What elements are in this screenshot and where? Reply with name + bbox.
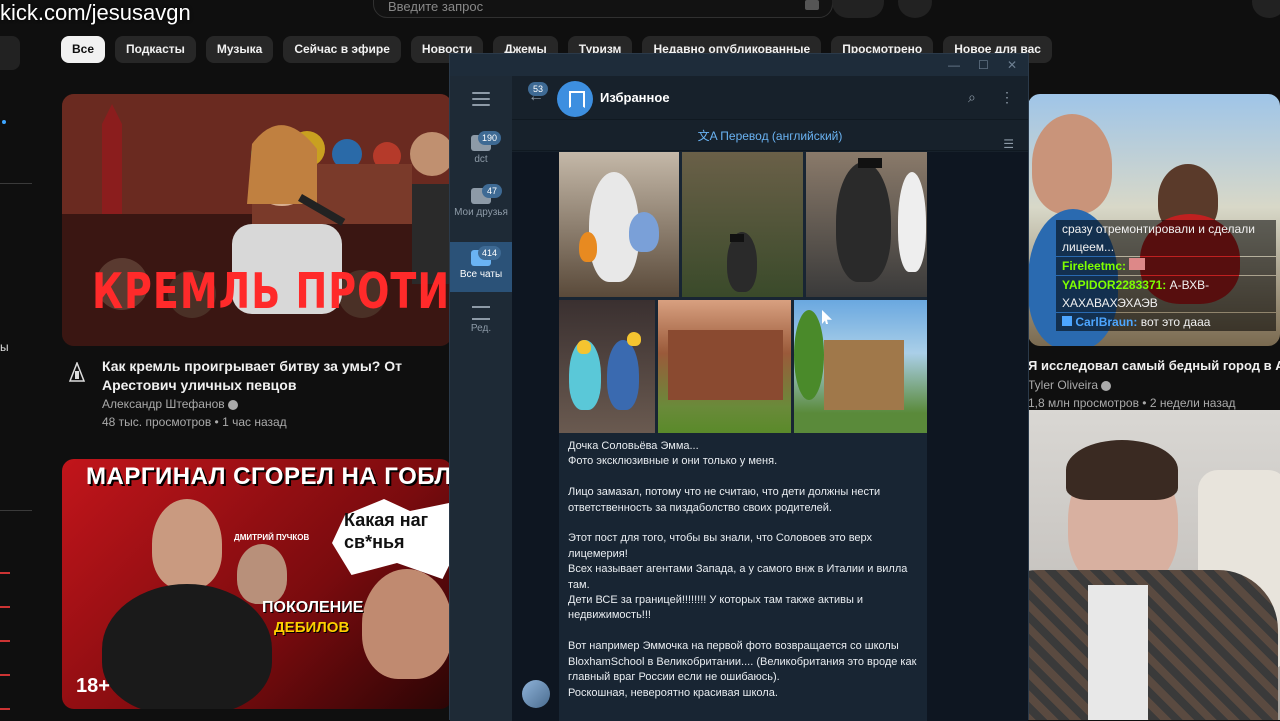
chip-all[interactable]: Все bbox=[61, 36, 106, 63]
sidebar-item-fragment[interactable]: ы bbox=[0, 340, 9, 354]
bag-image bbox=[579, 232, 597, 262]
verified-icon bbox=[1101, 380, 1112, 391]
thumbnail-caption: КРЕМЛЬ ПРОТИВ ИДЕЙНЫ bbox=[92, 262, 452, 320]
badge-icon bbox=[1062, 316, 1072, 326]
tree-image bbox=[794, 310, 824, 400]
unread-badge: 47 bbox=[482, 184, 502, 198]
chat-message: CarlBraun: вот это дааа bbox=[1056, 313, 1276, 331]
sender-avatar[interactable] bbox=[522, 680, 550, 708]
folder-rail: dct 190 Мои друзья 47 Все чаты 414 Ред. bbox=[450, 76, 512, 721]
person-hair bbox=[1066, 440, 1178, 500]
sidebar-divider bbox=[0, 510, 32, 511]
channel-avatar-icon bbox=[68, 362, 86, 382]
person-image bbox=[836, 162, 891, 282]
message-photo[interactable] bbox=[794, 300, 927, 433]
search-icon[interactable]: ⌕ bbox=[968, 89, 976, 106]
more-options-icon[interactable]: ⋮ bbox=[1000, 89, 1014, 106]
person-image bbox=[102, 584, 272, 709]
stream-url: kick.com/jesusavgn bbox=[0, 0, 191, 25]
sidebar-live-indicator bbox=[0, 674, 10, 676]
thumbnail-caption: МАРГИНАЛ СГОРЕЛ НА ГОБЛ bbox=[86, 463, 452, 490]
bag-image bbox=[629, 212, 659, 252]
window-titlebar: — ☐ ✕ bbox=[450, 54, 1028, 76]
person-image bbox=[362, 569, 452, 679]
menu-icon[interactable] bbox=[472, 92, 490, 110]
person-image bbox=[898, 172, 926, 272]
chip-live[interactable]: Сейчас в эфире bbox=[283, 36, 401, 63]
create-button[interactable] bbox=[1252, 0, 1280, 18]
search-placeholder: Введите запрос bbox=[388, 0, 484, 14]
message-text: Дочка Соловьёва Эмма... Фото эксклюзивны… bbox=[568, 440, 917, 699]
person-image bbox=[1032, 114, 1112, 214]
video-meta: 48 тыс. просмотров • 1 час назад bbox=[102, 415, 287, 429]
minimize-icon[interactable]: — bbox=[948, 58, 960, 72]
close-icon[interactable]: ✕ bbox=[1007, 58, 1017, 72]
sidebar-new-dot bbox=[2, 120, 6, 124]
person-image bbox=[237, 544, 287, 604]
video-title[interactable]: Я исследовал самый бедный город в А bbox=[1028, 358, 1280, 373]
message-photo[interactable] bbox=[559, 152, 679, 297]
thumbnail-subcaption: ПОКОЛЕНИЕ bbox=[262, 599, 364, 616]
speech-bubble-text: Какая наг св*нья bbox=[344, 510, 429, 552]
video-meta: 1,8 млн просмотров • 2 недели назад bbox=[1028, 396, 1236, 410]
channel-name[interactable]: Tyler Oliveira bbox=[1028, 378, 1112, 392]
chip-music[interactable]: Музыка bbox=[205, 36, 274, 63]
chat-message: Fireleetmc: bbox=[1056, 257, 1276, 275]
face-censor bbox=[858, 158, 882, 168]
video-title[interactable]: Как кремль проигрывает битву за умы? От … bbox=[102, 357, 452, 395]
sidebar-live-indicator bbox=[0, 572, 10, 574]
message-photo[interactable] bbox=[658, 300, 791, 433]
sidebar-live-indicator bbox=[0, 640, 10, 642]
message-bubble: Дочка Соловьёва Эмма... Фото эксклюзивны… bbox=[559, 152, 927, 721]
emoji-censor bbox=[627, 332, 641, 346]
emoji-censor bbox=[577, 340, 591, 354]
face-censor bbox=[730, 234, 744, 242]
channel-name[interactable]: Александр Штефанов bbox=[102, 397, 238, 411]
folder-dct[interactable]: dct 190 bbox=[450, 131, 512, 181]
message-photo[interactable] bbox=[559, 300, 655, 433]
person-image bbox=[152, 499, 222, 589]
chat-message: YAPIDOR2283371: А-ВХВ-ХАХАВАХЭХАЭВ bbox=[1056, 276, 1276, 312]
maximize-icon[interactable]: ☐ bbox=[978, 58, 989, 72]
search-input[interactable]: Введите запрос bbox=[373, 0, 833, 18]
sidebar-live-indicator bbox=[0, 708, 10, 710]
video-thumbnail[interactable]: КРЕМЛЬ ПРОТИВ ИДЕЙНЫ bbox=[62, 94, 452, 346]
mic-button[interactable] bbox=[898, 0, 932, 18]
chip-podcasts[interactable]: Подкасты bbox=[115, 36, 196, 63]
age-rating: 18+ bbox=[76, 675, 110, 697]
thumbnail-caption-small: ДМИТРИЙ ПУЧКОВ bbox=[234, 533, 310, 542]
unread-badge: 414 bbox=[478, 246, 502, 260]
building-image bbox=[824, 340, 904, 410]
folder-all-chats[interactable]: Все чаты 414 bbox=[450, 242, 512, 292]
chat-message: сразу отремонтировали и сделали лицеем..… bbox=[1056, 220, 1276, 256]
sidebar-stub bbox=[0, 36, 20, 70]
message-photo[interactable] bbox=[682, 152, 803, 297]
thumbnail-subcaption: ДЕБИЛОВ bbox=[274, 619, 350, 636]
sliders-icon bbox=[472, 306, 490, 320]
building-image bbox=[668, 330, 783, 400]
translate-icon: 文A bbox=[697, 129, 721, 143]
chat-header: ← 53 Избранное ⌕ ⋮ bbox=[512, 76, 1028, 120]
stream-chat: сразу отремонтировали и сделали лицеем..… bbox=[1056, 220, 1276, 332]
folder-my-friends[interactable]: Мои друзья 47 bbox=[450, 184, 512, 239]
message-photo[interactable] bbox=[806, 152, 927, 297]
folder-edit[interactable]: Ред. bbox=[450, 306, 512, 346]
keyboard-icon[interactable] bbox=[805, 0, 819, 10]
person-tshirt bbox=[1088, 585, 1148, 720]
unread-badge: 53 bbox=[528, 82, 548, 96]
video-thumbnail[interactable]: МАРГИНАЛ СГОРЕЛ НА ГОБЛ ДМИТРИЙ ПУЧКОВ К… bbox=[62, 459, 452, 709]
unread-badge: 190 bbox=[478, 131, 502, 145]
message-area: Дочка Соловьёва Эмма... Фото эксклюзивны… bbox=[512, 152, 1028, 721]
verified-icon bbox=[227, 399, 238, 410]
person-image bbox=[607, 340, 639, 410]
emote-icon bbox=[1129, 258, 1146, 270]
saved-messages-avatar[interactable] bbox=[557, 81, 593, 117]
chat-title[interactable]: Избранное bbox=[600, 90, 670, 105]
search-button[interactable] bbox=[832, 0, 884, 18]
translate-bar[interactable]: 文A Перевод (английский) ☰ bbox=[512, 121, 1028, 151]
translate-label: Перевод (английский) bbox=[720, 129, 843, 143]
sidebar-live-indicator bbox=[0, 606, 10, 608]
sidebar-divider bbox=[0, 183, 32, 184]
telegram-window: — ☐ ✕ dct 190 Мои друзья 47 Все чаты 414… bbox=[449, 53, 1029, 721]
